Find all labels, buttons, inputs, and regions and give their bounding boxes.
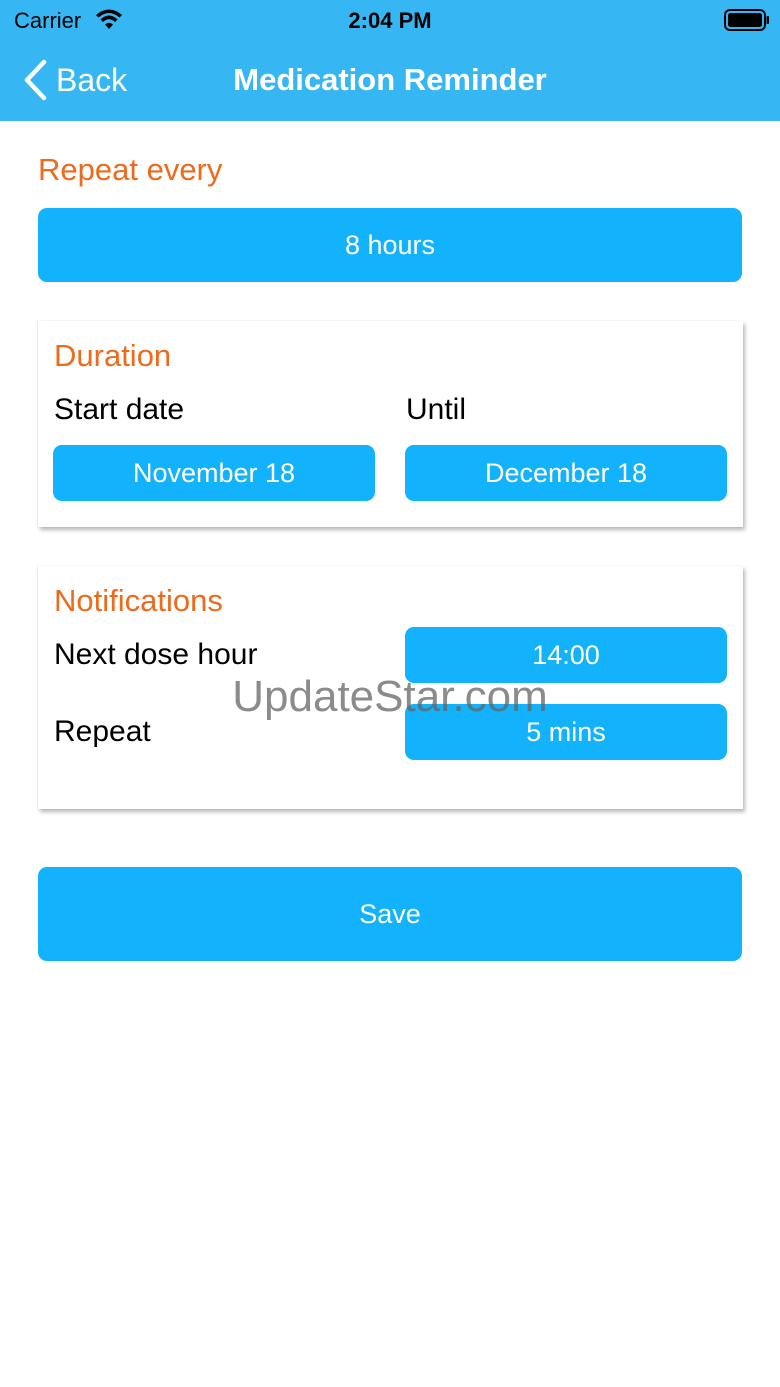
repeat-every-label: Repeat every — [38, 152, 223, 187]
until-date-button[interactable]: December 18 — [405, 445, 727, 501]
next-dose-hour-label: Next dose hour — [54, 638, 258, 671]
save-button[interactable]: Save — [38, 867, 742, 961]
app-header: Carrier 2:04 PM Back Medication Reminder — [0, 0, 780, 121]
duration-label: Duration — [54, 338, 172, 373]
repeat-interval-button[interactable]: 5 mins — [405, 704, 727, 760]
start-date-button[interactable]: November 18 — [53, 445, 375, 501]
repeat-label: Repeat — [54, 715, 151, 748]
next-dose-hour-button[interactable]: 14:00 — [405, 627, 727, 683]
start-date-label: Start date — [54, 393, 185, 426]
status-time: 2:04 PM — [348, 8, 432, 33]
battery-icon — [724, 9, 769, 31]
notifications-label: Notifications — [54, 583, 223, 618]
navigation-bar: Back Medication Reminder — [0, 48, 780, 114]
repeat-every-button[interactable]: 8 hours — [38, 208, 742, 282]
page-title: Medication Reminder — [233, 62, 547, 97]
status-bar: Carrier 2:04 PM — [0, 0, 780, 40]
until-label: Until — [406, 393, 467, 426]
